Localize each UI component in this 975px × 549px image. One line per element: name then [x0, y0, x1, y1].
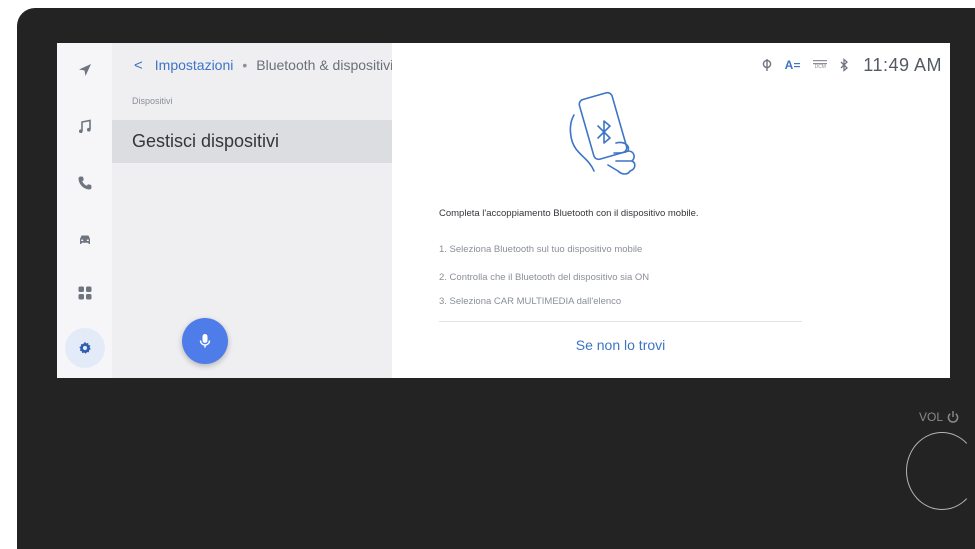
section-label: Dispositivi: [132, 96, 173, 106]
breadcrumb: < Impostazioni • Bluetooth & dispositivi: [112, 43, 392, 87]
rail-item-apps[interactable]: [57, 271, 112, 315]
rail-item-navigation[interactable]: [57, 48, 112, 92]
breadcrumb-current: Bluetooth & dispositivi: [256, 57, 392, 73]
divider: [439, 321, 802, 322]
rail-item-settings[interactable]: [57, 326, 112, 370]
infotainment-screen: < Impostazioni • Bluetooth & dispositivi…: [57, 43, 950, 378]
step-3: 3. Seleziona CAR MULTIMEDIA dall'elenco: [439, 296, 622, 307]
music-note-icon: [78, 119, 91, 133]
volume-knob-label: VOL: [919, 410, 960, 424]
gear-icon: [78, 341, 91, 354]
list-item-label: Gestisci dispositivi: [132, 131, 280, 151]
car-icon: [79, 235, 90, 244]
active-indicator: [64, 328, 105, 368]
back-button[interactable]: <: [134, 57, 143, 74]
apps-grid-icon: [78, 286, 91, 300]
power-icon: [947, 411, 959, 423]
volume-knob[interactable]: [906, 432, 975, 510]
phone-bluetooth-icon: [569, 91, 636, 175]
settings-list-pane: < Impostazioni • Bluetooth & dispositivi…: [112, 43, 392, 378]
volume-label: VOL: [919, 410, 944, 424]
step-2: 2. Controlla che il Bluetooth del dispos…: [439, 272, 650, 283]
step-1: 1. Seleziona Bluetooth sul tuo dispositi…: [439, 244, 643, 255]
breadcrumb-separator: •: [242, 57, 248, 73]
pairing-instructions-panel: Completa l'accoppiamento Bluetooth con i…: [392, 43, 950, 378]
voice-assistant-button[interactable]: [182, 318, 228, 364]
list-item-manage-devices[interactable]: Gestisci dispositivi: [112, 120, 392, 163]
instruction-text: Completa l'accoppiamento Bluetooth con i…: [439, 208, 699, 219]
not-found-help-link[interactable]: Se non lo trovi: [439, 337, 802, 353]
microphone-icon: [199, 334, 211, 348]
nav-rail: [57, 43, 112, 378]
phone-icon: [78, 176, 91, 190]
rail-item-phone[interactable]: [57, 161, 112, 205]
navigation-arrow-icon: [78, 64, 91, 76]
rail-item-vehicle[interactable]: [57, 218, 112, 262]
rail-item-media[interactable]: [57, 105, 112, 149]
breadcrumb-parent-link[interactable]: Impostazioni: [155, 57, 234, 73]
